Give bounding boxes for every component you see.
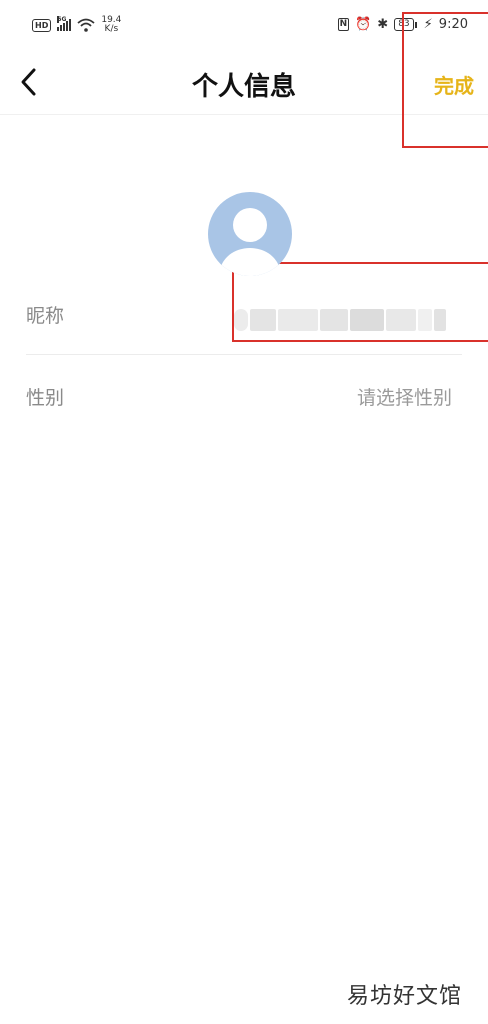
gender-row[interactable]: 性别 请选择性别: [26, 368, 462, 428]
bluetooth-icon: ✱: [377, 17, 389, 32]
alarm-icon: ⏰: [355, 17, 372, 32]
gender-select[interactable]: 请选择性别: [357, 368, 452, 428]
nickname-label: 昵称: [26, 305, 65, 327]
avatar-head-shape: [233, 208, 267, 242]
status-left: HD 5G 19.4 K/s: [32, 16, 121, 34]
gender-label: 性别: [26, 387, 65, 409]
hd-icon: HD: [32, 18, 52, 32]
network-type: 5G: [57, 16, 67, 23]
highlight-done-box: [402, 12, 488, 148]
network-speed: 19.4 K/s: [101, 15, 122, 34]
row-divider: [26, 354, 462, 355]
avatar-body-shape: [220, 248, 280, 276]
watermark-text: 易坊好文馆: [346, 984, 462, 1009]
nickname-input[interactable]: [234, 306, 462, 334]
wifi-icon: [77, 18, 95, 32]
signal-icon: 5G: [57, 16, 72, 31]
nickname-row[interactable]: 昵称: [26, 286, 462, 346]
nfc-icon: N: [337, 18, 350, 31]
avatar[interactable]: [208, 192, 292, 276]
